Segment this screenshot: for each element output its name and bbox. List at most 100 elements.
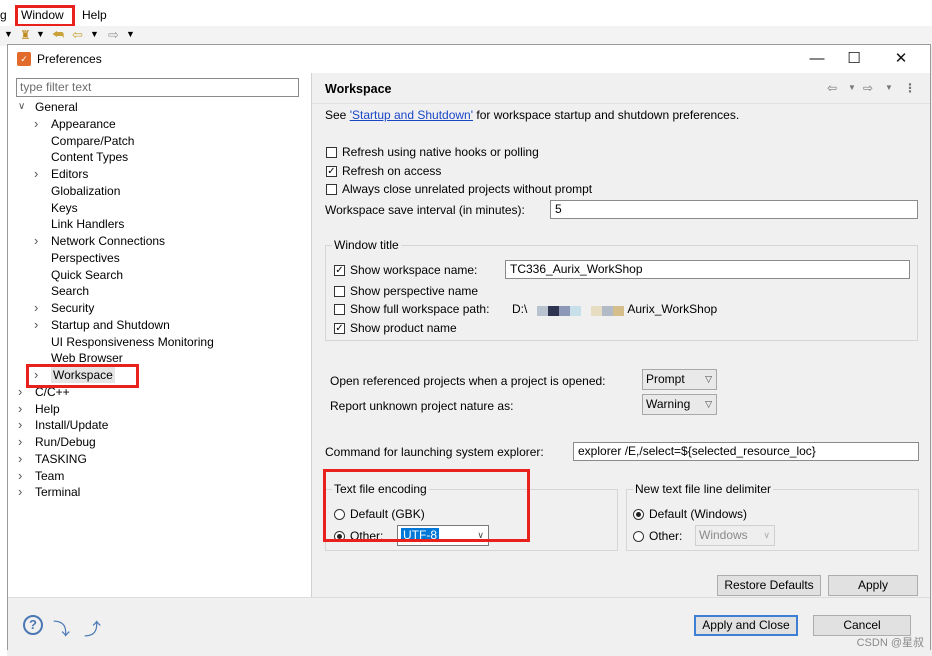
filter-field[interactable] [16, 78, 299, 97]
report-unknown-label: Report unknown project nature as: [330, 399, 514, 413]
chevron-right-icon[interactable]: › [18, 468, 28, 484]
cancel-button[interactable]: Cancel [813, 615, 911, 636]
tree-item-run-debug[interactable]: Run/Debug [35, 434, 96, 450]
chevron-down-icon[interactable]: ▼ [885, 83, 893, 92]
dropdown-icon[interactable]: ▼ [36, 29, 45, 39]
filter-input[interactable] [17, 79, 293, 95]
workspace-page: See 'Startup and Shutdown' for workspace… [312, 104, 930, 597]
ide-editor-edge [0, 46, 7, 656]
tree-item-tasking[interactable]: TASKING [35, 451, 87, 467]
tree-item-search[interactable]: Search [51, 283, 89, 299]
delimiter-value: Windows [699, 528, 748, 542]
refresh-native-label: Refresh using native hooks or polling [342, 145, 539, 159]
delimiter-default-label: Default (Windows) [649, 507, 748, 521]
chevron-right-icon[interactable]: › [18, 417, 28, 433]
ide-toolbar: ▼ ♜ ▼ ⮪ ⇦ ▼ ⇨ ▼ [0, 26, 932, 46]
dialog-titlebar: ✓ Preferences — ☐ ✕ [8, 45, 930, 73]
report-unknown-select[interactable]: Warning ▽ [642, 394, 717, 415]
encoding-highlight [323, 469, 530, 542]
chevron-right-icon[interactable]: › [18, 434, 28, 450]
startup-shutdown-link[interactable]: 'Startup and Shutdown' [350, 108, 473, 122]
tree-item-compare-patch[interactable]: Compare/Patch [51, 133, 134, 149]
tree-item-globalization[interactable]: Globalization [51, 183, 120, 199]
chevron-right-icon[interactable]: › [34, 300, 44, 316]
save-interval-input[interactable]: 5 [550, 200, 918, 219]
last-edit-icon[interactable]: ⮪ [52, 27, 64, 43]
save-interval-label: Workspace save interval (in minutes): [325, 203, 525, 217]
workspace-name-input[interactable]: TC336_Aurix_WorkShop [505, 260, 910, 279]
chevron-right-icon[interactable]: › [34, 166, 44, 182]
back-icon[interactable]: ⇦ [72, 27, 83, 43]
dropdown-icon[interactable]: ▼ [4, 29, 13, 39]
tree-item-terminal[interactable]: Terminal [35, 484, 80, 500]
delimiter-other-radio[interactable] [633, 531, 644, 542]
show-full-path-checkbox[interactable] [334, 304, 345, 315]
always-close-label: Always close unrelated projects without … [342, 182, 593, 196]
open-referenced-select[interactable]: Prompt ▽ [642, 369, 717, 390]
show-workspace-name-label: Show workspace name: [350, 263, 478, 277]
show-product-name-checkbox[interactable]: ✓ [334, 323, 345, 334]
show-product-name-label: Show product name [350, 321, 457, 335]
chevron-right-icon[interactable]: › [34, 116, 44, 132]
menu-item-partial[interactable]: g [0, 8, 7, 22]
refresh-access-label: Refresh on access [342, 164, 442, 178]
chevron-right-icon[interactable]: › [18, 401, 28, 417]
help-icon[interactable]: ? [23, 615, 43, 635]
tree-item-editors[interactable]: Editors [51, 166, 88, 182]
show-perspective-name-checkbox[interactable] [334, 286, 345, 297]
restore-defaults-button[interactable]: Restore Defaults [717, 575, 821, 596]
chevron-down-icon: ▽ [705, 399, 712, 409]
watermark: CSDN @星叔 [856, 637, 924, 649]
startup-info: See 'Startup and Shutdown' for workspace… [325, 108, 739, 122]
refresh-access-checkbox[interactable]: ✓ [326, 166, 337, 177]
preferences-icon: ✓ [17, 52, 31, 66]
tree-item-keys[interactable]: Keys [51, 200, 78, 216]
chevron-down-icon[interactable]: ∨ [18, 99, 28, 115]
chevron-right-icon[interactable]: › [18, 484, 28, 500]
always-close-checkbox[interactable] [326, 184, 337, 195]
refresh-native-checkbox[interactable] [326, 147, 337, 158]
tree-item-startup-and-shutdown[interactable]: Startup and Shutdown [51, 317, 170, 333]
show-workspace-name-checkbox[interactable]: ✓ [334, 265, 345, 276]
command-input[interactable]: explorer /E,/select=${selected_resource_… [573, 442, 919, 461]
apply-and-close-button[interactable]: Apply and Close [694, 615, 798, 636]
chevron-down-icon: ▽ [705, 374, 712, 384]
chevron-right-icon[interactable]: › [18, 451, 28, 467]
redacted-path-blocks [531, 303, 625, 317]
export-icon[interactable]: ⤴ [84, 615, 101, 640]
info-suffix: for workspace startup and shutdown prefe… [473, 108, 740, 122]
dialog-footer: ? ⤵ ⤴ Apply and Close Cancel [8, 597, 930, 650]
tree-item-quick-search[interactable]: Quick Search [51, 267, 123, 283]
delimiter-default-radio[interactable] [633, 509, 644, 520]
ide-menubar: g Window Help [0, 0, 932, 26]
tree-item-appearance[interactable]: Appearance [51, 116, 116, 132]
close-icon[interactable]: ✕ [878, 45, 924, 73]
import-icon[interactable]: ⤵ [53, 615, 70, 640]
menu-item-help[interactable]: Help [82, 8, 107, 22]
tree-item-general[interactable]: General [35, 99, 78, 115]
chevron-right-icon[interactable]: › [34, 317, 44, 333]
chevron-right-icon[interactable]: › [34, 233, 44, 249]
tree-item-content-types[interactable]: Content Types [51, 149, 128, 165]
tree-item-perspectives[interactable]: Perspectives [51, 250, 120, 266]
tree-item-link-handlers[interactable]: Link Handlers [51, 216, 124, 232]
dropdown-icon[interactable]: ▼ [90, 29, 99, 39]
info-prefix: See [325, 108, 350, 122]
back-icon[interactable]: ⇦ [827, 81, 837, 95]
tree-item-network-connections[interactable]: Network Connections [51, 233, 165, 249]
tree-item-team[interactable]: Team [35, 468, 64, 484]
maximize-icon[interactable]: ☐ [831, 45, 877, 73]
forward-icon[interactable]: ⇨ [863, 81, 873, 95]
apply-button[interactable]: Apply [828, 575, 918, 596]
delimiter-select[interactable]: Windows ∨ [695, 525, 775, 546]
tree-item-ui-responsiveness-monitoring[interactable]: UI Responsiveness Monitoring [51, 334, 214, 350]
menu-dots-icon[interactable]: ⋮ [904, 81, 916, 95]
task-icon[interactable]: ♜ [20, 28, 31, 42]
forward-icon[interactable]: ⇨ [108, 27, 119, 43]
dropdown-icon[interactable]: ▼ [126, 29, 135, 39]
tree-item-install-update[interactable]: Install/Update [35, 417, 108, 433]
show-perspective-name-label: Show perspective name [350, 284, 479, 298]
tree-item-security[interactable]: Security [51, 300, 94, 316]
tree-item-help[interactable]: Help [35, 401, 60, 417]
chevron-down-icon[interactable]: ▼ [848, 83, 856, 92]
